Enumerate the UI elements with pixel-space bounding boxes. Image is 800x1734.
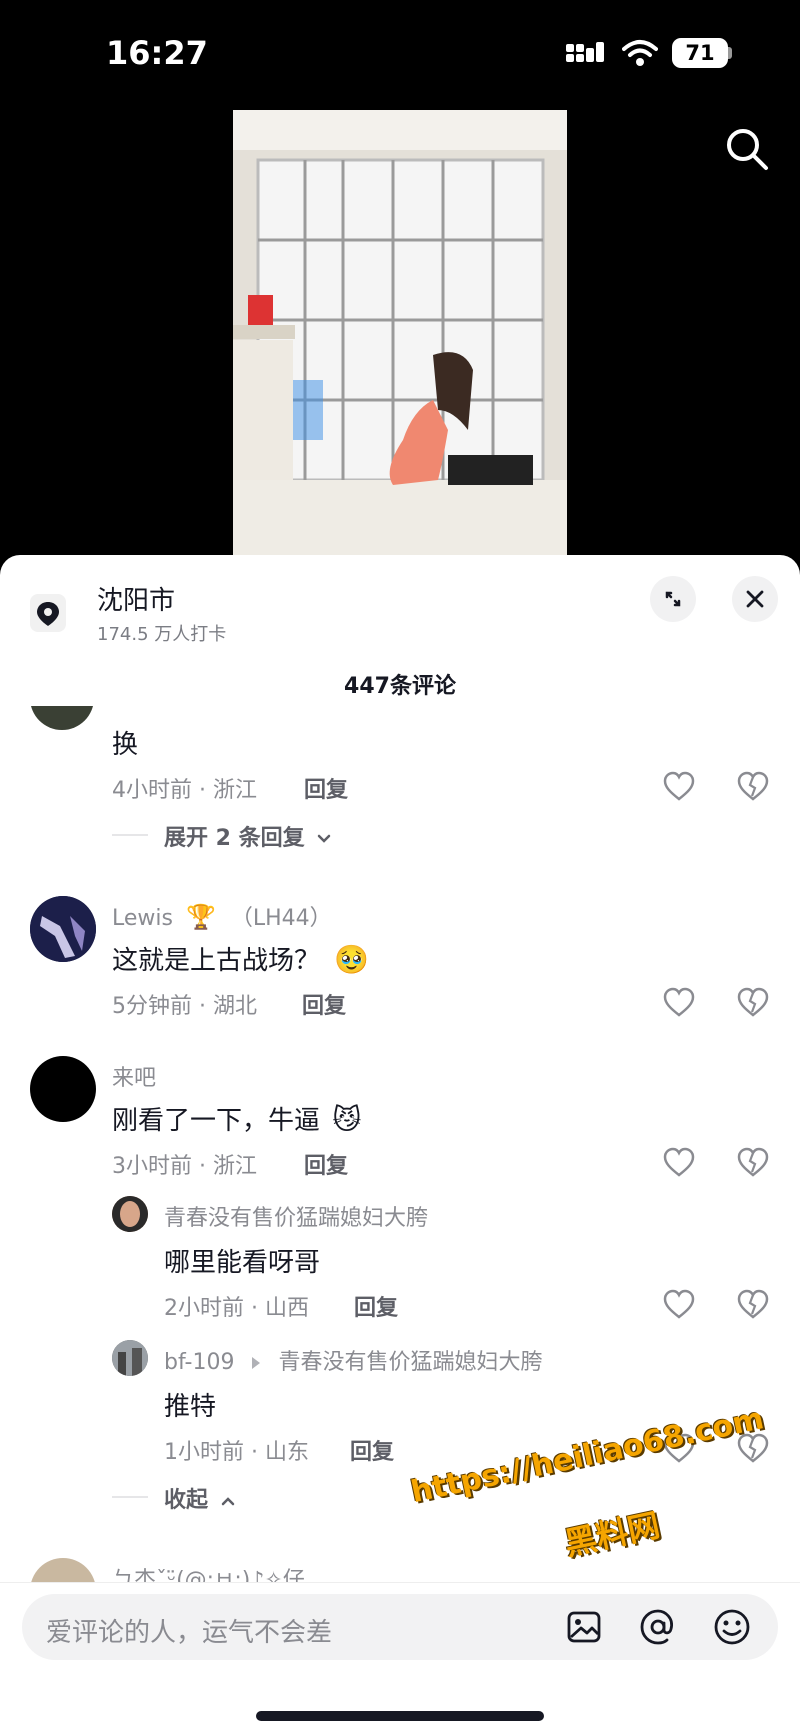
battery-indicator: 71 xyxy=(672,38,728,68)
like-icon[interactable] xyxy=(662,986,696,1018)
avatar[interactable] xyxy=(30,706,94,730)
username[interactable]: 来吧 xyxy=(112,1060,156,1092)
username[interactable]: ㄅ杰ˇᵕ̈(@;ㅂ;)♪✧仔 xyxy=(112,1562,305,1582)
reply-header: bf-109 青春没有售价猛踹媳妇大胯 xyxy=(164,1344,542,1376)
collapse-label: 收起 xyxy=(164,1488,209,1513)
location-pin-icon xyxy=(37,602,59,626)
comment-meta: 2小时前 · 山西 xyxy=(164,1296,309,1321)
video-player[interactable] xyxy=(233,110,567,555)
reply-arrow-icon xyxy=(252,1357,261,1369)
avatar[interactable] xyxy=(30,1558,96,1582)
input-divider xyxy=(0,1582,800,1583)
comment-text: 哪里能看呀哥 xyxy=(164,1248,321,1278)
reply-button[interactable]: 回复 xyxy=(304,1148,348,1180)
comment-text: 推特 xyxy=(164,1392,217,1422)
reply-button[interactable]: 回复 xyxy=(354,1290,398,1322)
comment-text: 刚看了一下，牛逼 xyxy=(112,1106,321,1136)
username[interactable]: 青春没有售价猛踹媳妇大胯 xyxy=(164,1200,428,1232)
avatar-image xyxy=(112,1340,148,1376)
expand-panel-button[interactable] xyxy=(650,576,696,622)
reply-to-username[interactable]: 青春没有售价猛踹媳妇大胯 xyxy=(278,1350,542,1375)
reply-button[interactable]: 回复 xyxy=(350,1434,394,1466)
pleading-face-icon: 🥹 xyxy=(334,943,370,976)
like-icon[interactable] xyxy=(662,1288,696,1320)
avatar-image xyxy=(112,1196,148,1232)
avatar[interactable] xyxy=(112,1340,148,1376)
location-checkins: 174.5 万人打卡 xyxy=(97,624,227,645)
dislike-icon[interactable] xyxy=(736,1146,770,1178)
mention-icon[interactable] xyxy=(638,1607,678,1647)
chevron-up-icon xyxy=(221,1497,234,1506)
dislike-icon[interactable] xyxy=(736,1288,770,1320)
status-time: 16:27 xyxy=(106,34,208,72)
close-panel-button[interactable] xyxy=(732,576,778,622)
dislike-icon[interactable] xyxy=(736,986,770,1018)
avatar[interactable] xyxy=(30,896,96,962)
battery-tip xyxy=(728,47,732,59)
dislike-icon[interactable] xyxy=(736,770,770,802)
cellular-signal-icon xyxy=(566,42,604,62)
expand-divider xyxy=(112,834,148,836)
location-name[interactable]: 沈阳市 xyxy=(97,580,175,617)
comment-text: 换 xyxy=(112,730,139,760)
like-icon[interactable] xyxy=(662,1146,696,1178)
username[interactable]: bf-109 xyxy=(164,1350,234,1375)
expand-replies-button[interactable]: 展开 2 条回复 xyxy=(164,820,332,852)
smirk-cat-icon: 😼 xyxy=(332,1103,362,1136)
username[interactable]: Lewis xyxy=(112,906,173,931)
avatar[interactable] xyxy=(30,1056,96,1122)
trophy-icon: 🏆 xyxy=(185,903,216,931)
location-badge[interactable] xyxy=(30,594,66,632)
close-icon xyxy=(746,590,764,608)
comment-meta: 5分钟前 · 湖北 xyxy=(112,994,257,1019)
avatar[interactable] xyxy=(112,1196,148,1232)
expand-icon xyxy=(665,591,681,607)
image-icon[interactable] xyxy=(564,1607,604,1647)
search-icon[interactable] xyxy=(724,126,770,172)
username-row: Lewis 🏆 （LH44） xyxy=(112,900,332,932)
collapse-replies-button[interactable]: 收起 xyxy=(164,1482,236,1514)
comments-count: 447条评论 xyxy=(344,674,456,699)
avatar-image xyxy=(30,896,96,962)
emoji-icon[interactable] xyxy=(712,1607,752,1647)
comment-meta: 4小时前 · 浙江 xyxy=(112,778,257,803)
comment-input-placeholder: 爱评论的人，运气不会差 xyxy=(46,1618,333,1648)
comment-text: 这就是上古战场？ xyxy=(112,946,321,976)
chevron-down-icon xyxy=(318,834,331,843)
like-icon[interactable] xyxy=(662,770,696,802)
comment-text-row: 这就是上古战场？ 🥹 xyxy=(112,940,369,977)
video-frame-image xyxy=(233,110,567,555)
wifi-icon xyxy=(622,40,658,66)
expand-replies-label: 展开 2 条回复 xyxy=(164,826,305,851)
home-indicator[interactable] xyxy=(256,1711,544,1721)
comment-meta: 1小时前 · 山东 xyxy=(164,1440,309,1465)
username-suffix: （LH44） xyxy=(230,906,332,931)
comment-meta: 3小时前 · 浙江 xyxy=(112,1154,257,1179)
reply-button[interactable]: 回复 xyxy=(304,772,348,804)
comment-text-row: 刚看了一下，牛逼 😼 xyxy=(112,1100,361,1137)
reply-button[interactable]: 回复 xyxy=(302,988,346,1020)
collapse-divider xyxy=(112,1496,148,1498)
